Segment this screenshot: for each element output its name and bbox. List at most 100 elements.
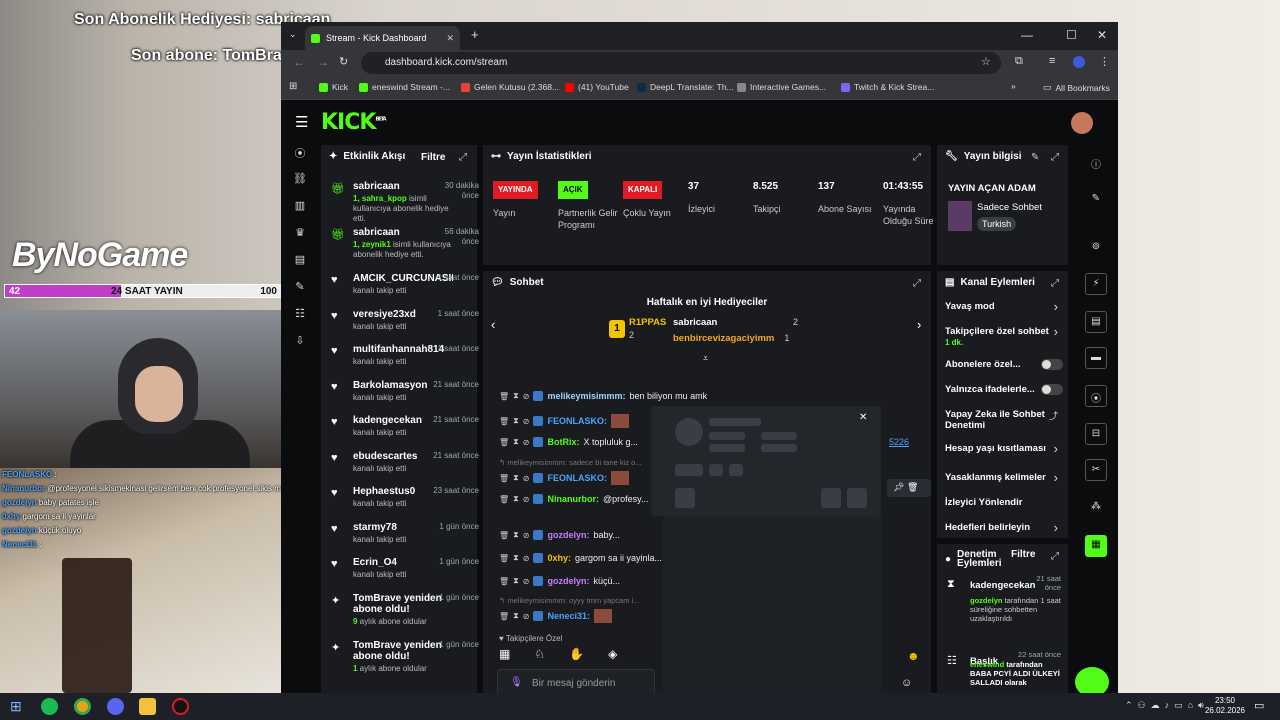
channel-action-item[interactable]: Hesap yaşı kısıtlaması [945,443,1055,454]
comment-icon[interactable]: ▬ [1085,347,1107,369]
mic-icon[interactable]: 🎙︎ [510,677,523,688]
pencil-icon[interactable]: ✎ [1085,189,1107,211]
back-icon[interactable]: ← [293,55,305,69]
signal-icon[interactable]: ⦿ [1085,385,1107,407]
more-bookmarks-icon[interactable]: » [1011,81,1016,91]
actions-popout-icon[interactable]: ⤢ [1051,278,1059,289]
analytics-icon[interactable]: ▥ [293,199,307,213]
user-avatar[interactable] [1071,112,1093,134]
chevron-right-icon[interactable]: › [1054,324,1058,339]
tab-kick-dashboard[interactable]: Stream - Kick Dashboard ✕ [305,26,460,50]
chat-message[interactable]: 🗑︎ ⧗ ⊘ gozdelyn: küçü... [499,576,620,586]
pin-message-icon[interactable]: 📌︎ [893,482,904,492]
spotify-icon[interactable] [41,698,58,715]
chat-message[interactable]: 🗑︎ ⧗ ⊘ melikeymisimmm: ben biliyon mu amk [499,391,707,401]
stats-popout-icon[interactable]: ⤢ [913,152,921,163]
bookmark-item[interactable]: Gelen Kutusu (2.368... [461,82,559,92]
forward-icon[interactable]: → [317,55,329,69]
reload-icon[interactable]: ↻ [339,55,348,68]
activity-filter-button[interactable]: Filtre [421,152,445,163]
link-snippet[interactable]: 5226 [889,437,909,447]
channel-action-item[interactable]: Abonelere özel... [945,359,1055,370]
target-icon[interactable]: ⊚ [1085,237,1107,259]
bookmark-item[interactable]: Interactive Games... [737,82,826,92]
bookmark-item[interactable]: (41) YouTube [565,82,629,92]
url-field[interactable]: dashboard.kick.com/stream [361,52,1001,74]
emote-2-icon[interactable]: ♘ [534,647,545,661]
emote-3-icon[interactable]: ✋ [569,647,584,661]
gifters-prev-icon[interactable]: ‹ [491,317,495,332]
share-icon[interactable]: ⁂ [1085,497,1107,519]
chat-popout-icon[interactable]: ⤢ [913,278,921,289]
layout-icon[interactable]: ⊟ [1085,423,1107,445]
popup-close-icon[interactable]: ✕ [859,412,867,423]
apps-grid-icon[interactable]: ⊞ [289,81,297,92]
scroll-down-icon[interactable]: ⩡ [703,353,708,364]
toggle-switch[interactable] [1041,384,1063,395]
tray-icons[interactable]: ⌃⚇☁♪▭⌂🔊︎ [1125,700,1209,711]
chevron-right-icon[interactable]: › [1054,441,1058,456]
channel-action-item[interactable]: Yavaş mod [945,301,1055,312]
new-tab-icon[interactable]: + [471,27,479,42]
wrench-tool-icon[interactable]: ✂ [1085,459,1107,481]
all-bookmarks[interactable]: ▭ All Bookmarks [1043,82,1110,93]
tools-icon[interactable]: ✎ [293,280,307,294]
channel-action-item[interactable]: Takipçilere özel sohbet 1 dk. [945,326,1055,348]
bookmark-item[interactable]: Kick [319,82,348,92]
moderation-filter-button[interactable]: Filtre [1011,549,1035,560]
notes-icon[interactable]: ▤ [1085,311,1107,333]
link-icon[interactable]: ⛓ [293,172,307,186]
emote-4-icon[interactable]: ◈ [608,647,617,661]
extensions-icon[interactable]: ⧉ [1015,55,1023,68]
bookmark-star-icon[interactable]: ☆ [981,55,991,68]
delete-message-icon[interactable]: 🗑︎ [907,482,918,492]
close-window-icon[interactable]: ✕ [1097,28,1107,42]
chat-message[interactable]: 🗑︎ ⧗ ⊘ Neneci31: [499,609,613,623]
channel-action-item[interactable]: Hedefleri belirleyin [945,522,1055,533]
chat-message[interactable]: 🗑︎ ⧗ ⊘ 0xhy: gargom sa ii yayinla... [499,553,662,563]
tab-menu-icon[interactable]: ⌄ [289,29,297,40]
community-icon[interactable]: ☷ [293,307,307,321]
chat-message[interactable]: 🗑︎ ⧗ ⊘ FEONLASKO: [499,414,629,428]
emote-1-icon[interactable]: ▦ [499,647,510,661]
bookmark-item[interactable]: eneswind Stream -... [359,82,450,92]
chrome-icon[interactable] [74,698,91,715]
chevron-right-icon[interactable]: › [1054,520,1058,535]
clip-icon[interactable]: ▦ [1085,535,1107,557]
bookmark-item[interactable]: DeepL Translate: Th... [637,82,734,92]
emoji-icon[interactable]: ☺ [901,677,912,689]
chat-input[interactable]: 🎙︎ Bir mesaj gönderin [497,669,655,693]
category-name[interactable]: Sadece Sohbet [977,202,1042,213]
library-icon[interactable]: ▤ [293,253,307,267]
profile-avatar[interactable] [1073,56,1085,68]
clock[interactable]: 23:50 26.02.2026 [1200,696,1250,716]
toggle-switch[interactable] [1041,359,1063,370]
chat-message[interactable]: 🗑︎ ⧗ ⊘ gozdelyn: baby... [499,530,620,540]
maximize-icon[interactable]: ☐ [1066,28,1077,42]
help-chat-button[interactable] [1075,667,1109,693]
moderation-popout-icon[interactable]: ⤢ [1051,551,1059,562]
close-tab-icon[interactable]: ✕ [446,33,454,44]
download-icon[interactable]: ⇩ [293,334,307,348]
kick-logo[interactable]: KICKBETA [321,110,387,135]
info-icon[interactable]: ⓘ [1085,152,1107,174]
edit-info-icon[interactable]: ✎ [1031,152,1039,163]
hamburger-menu-icon[interactable]: ☰ [295,113,308,131]
bookmark-item[interactable]: Twitch & Kick Strea... [841,82,934,92]
chevron-right-icon[interactable]: › [1054,299,1058,314]
trophy-icon[interactable]: ♛ [293,226,307,240]
minimize-icon[interactable]: — [1021,28,1033,42]
broadcast-icon[interactable]: ⦿ [293,145,307,160]
channel-action-item[interactable]: Yapay Zeka ile Sohbet Denetimi [945,409,1055,431]
gifters-next-icon[interactable]: › [917,317,921,332]
obs-icon[interactable] [172,698,189,715]
channel-action-item[interactable]: İzleyici Yönlendir [945,497,1055,508]
chevron-right-icon[interactable]: › [1054,470,1058,485]
notification-icon[interactable]: ▭ [1254,699,1264,712]
media-icon[interactable]: ≡ [1049,55,1055,67]
chat-message[interactable]: 🗑︎ ⧗ ⊘ FEONLASKO: [499,471,629,485]
channel-action-item[interactable]: Yasaklanmış kelimeler [945,472,1055,483]
discord-icon[interactable] [107,698,124,715]
lightning-icon[interactable]: ⚡︎ [1085,273,1107,295]
browser-menu-icon[interactable]: ⋮ [1099,55,1110,68]
